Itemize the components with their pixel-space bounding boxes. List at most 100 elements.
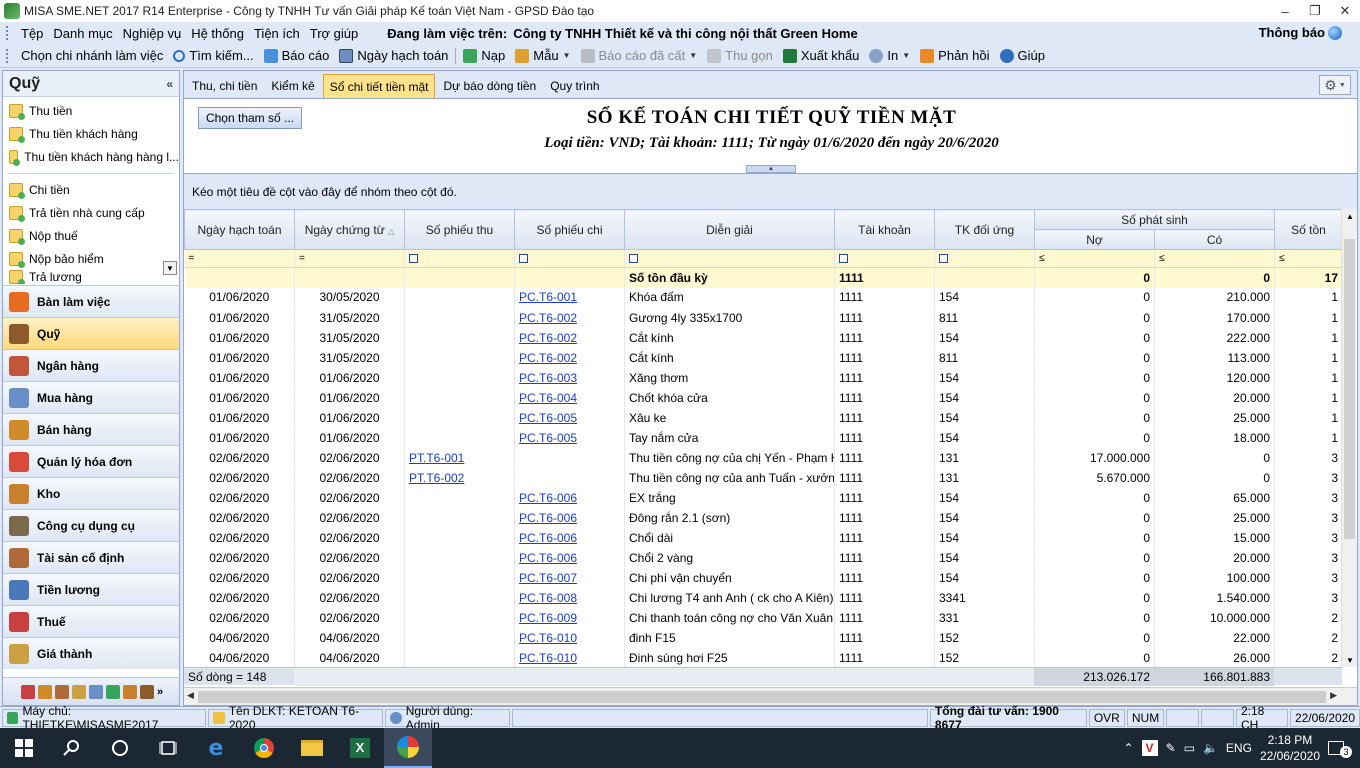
- table-row[interactable]: 02/06/2020 02/06/2020 PC.T6-008 Chi lương T…: [184, 587, 1343, 608]
- table-row[interactable]: 01/06/2020 30/05/2020 PC.T6-001 Khóa đấm 111…: [184, 287, 1343, 308]
- tab-cash-ledger[interactable]: Sổ chi tiết tiền mặt: [322, 74, 436, 98]
- tab-inventory-check[interactable]: Kiểm kê: [265, 74, 320, 98]
- collapse-header-button[interactable]: ▲: [746, 165, 796, 173]
- gear-icon[interactable]: ⚙ ▼: [1319, 75, 1351, 95]
- voucher-link[interactable]: PC.T6-006: [519, 511, 577, 525]
- filter-credit[interactable]: ≤: [1154, 249, 1275, 268]
- network-icon[interactable]: ▭: [1184, 741, 1195, 755]
- notification-button[interactable]: Thông báo: [1259, 25, 1342, 40]
- filter-doc-date[interactable]: =: [294, 249, 405, 268]
- scroll-thumb[interactable]: [1344, 239, 1355, 539]
- vertical-scrollbar[interactable]: ▲ ▼: [1341, 209, 1357, 667]
- scroll-up-arrow[interactable]: ▲: [1342, 209, 1357, 223]
- language-indicator[interactable]: ENG: [1226, 741, 1252, 755]
- module-5[interactable]: Quản lý hóa đơn: [3, 445, 179, 477]
- filter-account[interactable]: [834, 249, 935, 268]
- tab-cash-forecast[interactable]: Dự báo dòng tiền: [437, 74, 542, 98]
- shortcut-icon[interactable]: [21, 684, 35, 699]
- scroll-down-button[interactable]: ▼: [163, 261, 177, 275]
- table-row[interactable]: 01/06/2020 01/06/2020 PC.T6-005 Xâu ke 1111 1…: [184, 407, 1343, 428]
- filter-post-date[interactable]: =: [184, 249, 295, 268]
- scroll-down-arrow[interactable]: ▼: [1342, 653, 1357, 667]
- menu-file[interactable]: Tệp: [16, 26, 48, 41]
- table-row[interactable]: 02/06/2020 02/06/2020 PC.T6-006 Đông rắn 2.…: [184, 507, 1343, 528]
- misa-taskbar-button[interactable]: [384, 728, 432, 768]
- voucher-link[interactable]: PC.T6-006: [519, 551, 577, 565]
- shortcut-icon[interactable]: [38, 684, 52, 699]
- col-debit[interactable]: Nợ: [1034, 229, 1155, 250]
- voucher-link[interactable]: PC.T6-002: [519, 351, 577, 365]
- nav-receipt-customer[interactable]: Thu tiền khách hàng: [3, 122, 179, 145]
- module-3[interactable]: Mua hàng: [3, 381, 179, 413]
- module-7[interactable]: Công cụ dụng cụ: [3, 509, 179, 541]
- col-contra-account[interactable]: TK đối ứng: [934, 209, 1035, 250]
- module-8[interactable]: Tài sản cố định: [3, 541, 179, 573]
- minimize-button[interactable]: –: [1270, 0, 1300, 22]
- chrome-button[interactable]: [240, 728, 288, 768]
- filter-contra[interactable]: [934, 249, 1035, 268]
- tab-process[interactable]: Quy trình: [544, 74, 605, 98]
- filter-balance[interactable]: ≤: [1274, 249, 1343, 268]
- module-0[interactable]: Bàn làm việc: [3, 285, 179, 317]
- menu-utilities[interactable]: Tiện ích: [249, 26, 305, 41]
- scroll-left-arrow[interactable]: ◀: [187, 690, 194, 701]
- voucher-link[interactable]: PC.T6-005: [519, 431, 577, 445]
- choose-branch-button[interactable]: Chọn chi nhánh làm việc: [16, 45, 168, 67]
- taskbar-clock[interactable]: 2:18 PM 22/06/2020: [1260, 732, 1320, 764]
- table-row[interactable]: 04/06/2020 04/06/2020 PC.T6-010 đinh F15 111…: [184, 627, 1343, 648]
- filter-description[interactable]: [624, 249, 835, 268]
- h-scroll-thumb[interactable]: [198, 691, 1326, 703]
- table-row[interactable]: 01/06/2020 31/05/2020 PC.T6-002 Gương 4ly 3…: [184, 307, 1343, 328]
- edge-button[interactable]: e: [192, 728, 240, 768]
- close-button[interactable]: ✕: [1330, 0, 1360, 22]
- table-row[interactable]: 01/06/2020 01/06/2020 PC.T6-004 Chốt khóa c…: [184, 387, 1343, 408]
- search-button[interactable]: Tìm kiếm...: [168, 45, 258, 67]
- voucher-link[interactable]: PC.T6-010: [519, 651, 577, 665]
- menu-operations[interactable]: Nghiệp vụ: [118, 26, 187, 41]
- table-row[interactable]: 02/06/2020 02/06/2020 PT.T6-002 Thu tiền cô…: [184, 467, 1343, 488]
- voucher-link[interactable]: PC.T6-005: [519, 411, 577, 425]
- filter-receipt-no[interactable]: [404, 249, 515, 268]
- voucher-link[interactable]: PC.T6-003: [519, 371, 577, 385]
- nav-pay-insurance[interactable]: Nộp bảo hiểm: [3, 247, 179, 270]
- export-button[interactable]: Xuất khẩu: [778, 45, 865, 67]
- col-receipt-no[interactable]: Số phiếu thu: [404, 209, 515, 250]
- group-by-area[interactable]: Kéo một tiêu đề cột vào đây để nhóm theo…: [184, 173, 1357, 209]
- voucher-link[interactable]: PC.T6-006: [519, 531, 577, 545]
- restore-button[interactable]: ❐: [1300, 0, 1330, 22]
- table-row[interactable]: 04/06/2020 04/06/2020 PC.T6-010 Đinh súng h…: [184, 647, 1343, 667]
- task-view-button[interactable]: [144, 728, 192, 768]
- module-9[interactable]: Tiền lương: [3, 573, 179, 605]
- nav-payment[interactable]: Chi tiền: [3, 178, 179, 201]
- voucher-link[interactable]: PC.T6-007: [519, 571, 577, 585]
- help-button[interactable]: Giúp: [995, 45, 1050, 67]
- report-button[interactable]: Báo cáo: [259, 45, 335, 67]
- shortcut-icon[interactable]: [89, 684, 103, 699]
- volume-icon[interactable]: 🔈: [1203, 741, 1218, 755]
- voucher-link[interactable]: PC.T6-002: [519, 331, 577, 345]
- table-row[interactable]: 02/06/2020 02/06/2020 PC.T6-006 Chổi 2 vàng…: [184, 547, 1343, 568]
- voucher-link[interactable]: PC.T6-004: [519, 391, 577, 405]
- saved-reports-button[interactable]: Báo cáo đã cất ▼: [576, 45, 703, 67]
- nav-receipt-customer-batch[interactable]: Thu tiền khách hàng hàng l...: [3, 145, 179, 168]
- search-taskbar-button[interactable]: [48, 728, 96, 768]
- menu-catalog[interactable]: Danh mục: [48, 26, 117, 41]
- collapse-panel-button[interactable]: «: [166, 77, 173, 91]
- voucher-link[interactable]: PC.T6-001: [519, 290, 577, 304]
- tab-receipts-payments[interactable]: Thu, chi tiền: [186, 74, 263, 98]
- voucher-link[interactable]: PT.T6-001: [409, 451, 464, 465]
- voucher-link[interactable]: PC.T6-006: [519, 491, 577, 505]
- col-post-date[interactable]: Ngày hạch toán: [184, 209, 295, 250]
- start-button[interactable]: [0, 728, 48, 768]
- filter-payment-no[interactable]: [514, 249, 625, 268]
- voucher-link[interactable]: PC.T6-002: [519, 311, 577, 325]
- nav-pay-salary[interactable]: Trả lương: [3, 270, 179, 284]
- menu-system[interactable]: Hệ thống: [186, 26, 249, 41]
- shortcut-icon[interactable]: [72, 684, 86, 699]
- print-button[interactable]: In ▼: [864, 45, 915, 67]
- excel-taskbar-button[interactable]: X: [336, 728, 384, 768]
- shortcut-icon[interactable]: [123, 684, 137, 699]
- module-1[interactable]: Quỹ: [3, 317, 179, 349]
- table-row[interactable]: 01/06/2020 31/05/2020 PC.T6-002 Cắt kính 111…: [184, 327, 1343, 348]
- table-row[interactable]: 02/06/2020 02/06/2020 PC.T6-006 EX trắng 111…: [184, 487, 1343, 508]
